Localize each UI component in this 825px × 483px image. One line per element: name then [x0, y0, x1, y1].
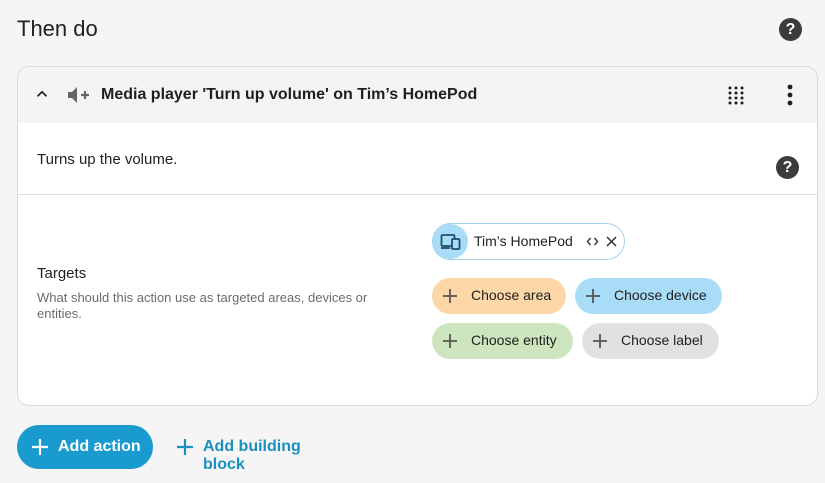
add-building-block-label: Add building block — [203, 438, 301, 473]
more-vertical-icon[interactable] — [783, 84, 797, 106]
action-card-header[interactable]: Media player 'Turn up volume' on Tim’s H… — [18, 67, 817, 123]
expand-icon[interactable] — [586, 235, 599, 248]
plus-icon — [177, 439, 193, 455]
selected-target-chip[interactable]: Tim’s HomePod — [432, 223, 625, 260]
targets-helper-text: What should this action use as targeted … — [37, 290, 368, 321]
choose-area-label: Choose area — [471, 287, 552, 303]
plus-icon — [443, 289, 457, 303]
drag-handle-icon[interactable] — [727, 85, 745, 105]
description-help-icon[interactable]: ? — [776, 156, 799, 179]
targets-label: Targets — [37, 265, 87, 282]
choose-entity-label: Choose entity — [471, 332, 557, 348]
chevron-up-icon[interactable] — [32, 84, 52, 104]
selected-target-label: Tim’s HomePod — [474, 233, 573, 249]
add-building-block-button[interactable]: Add building block — [176, 435, 346, 473]
action-description: Turns up the volume. — [37, 151, 178, 168]
plus-icon — [593, 334, 607, 348]
section-help-icon[interactable]: ? — [779, 18, 802, 41]
plus-icon — [443, 334, 457, 348]
add-action-button[interactable]: Add action — [17, 425, 153, 469]
action-title: Media player 'Turn up volume' on Tim’s H… — [101, 86, 478, 103]
choose-device-button[interactable]: Choose device — [575, 278, 722, 314]
volume-up-icon — [68, 87, 89, 103]
section-title: Then do — [17, 16, 98, 41]
choose-label-button[interactable]: Choose label — [582, 323, 719, 359]
device-icon — [433, 224, 468, 259]
divider — [18, 194, 817, 195]
choose-entity-button[interactable]: Choose entity — [432, 323, 573, 359]
action-card: Media player 'Turn up volume' on Tim’s H… — [17, 66, 818, 406]
plus-icon — [586, 289, 600, 303]
plus-icon — [32, 439, 48, 455]
choose-area-button[interactable]: Choose area — [432, 278, 566, 314]
choose-label-label: Choose label — [621, 332, 703, 348]
close-icon[interactable] — [605, 235, 618, 248]
add-action-label: Add action — [58, 438, 141, 455]
choose-device-label: Choose device — [614, 287, 707, 303]
